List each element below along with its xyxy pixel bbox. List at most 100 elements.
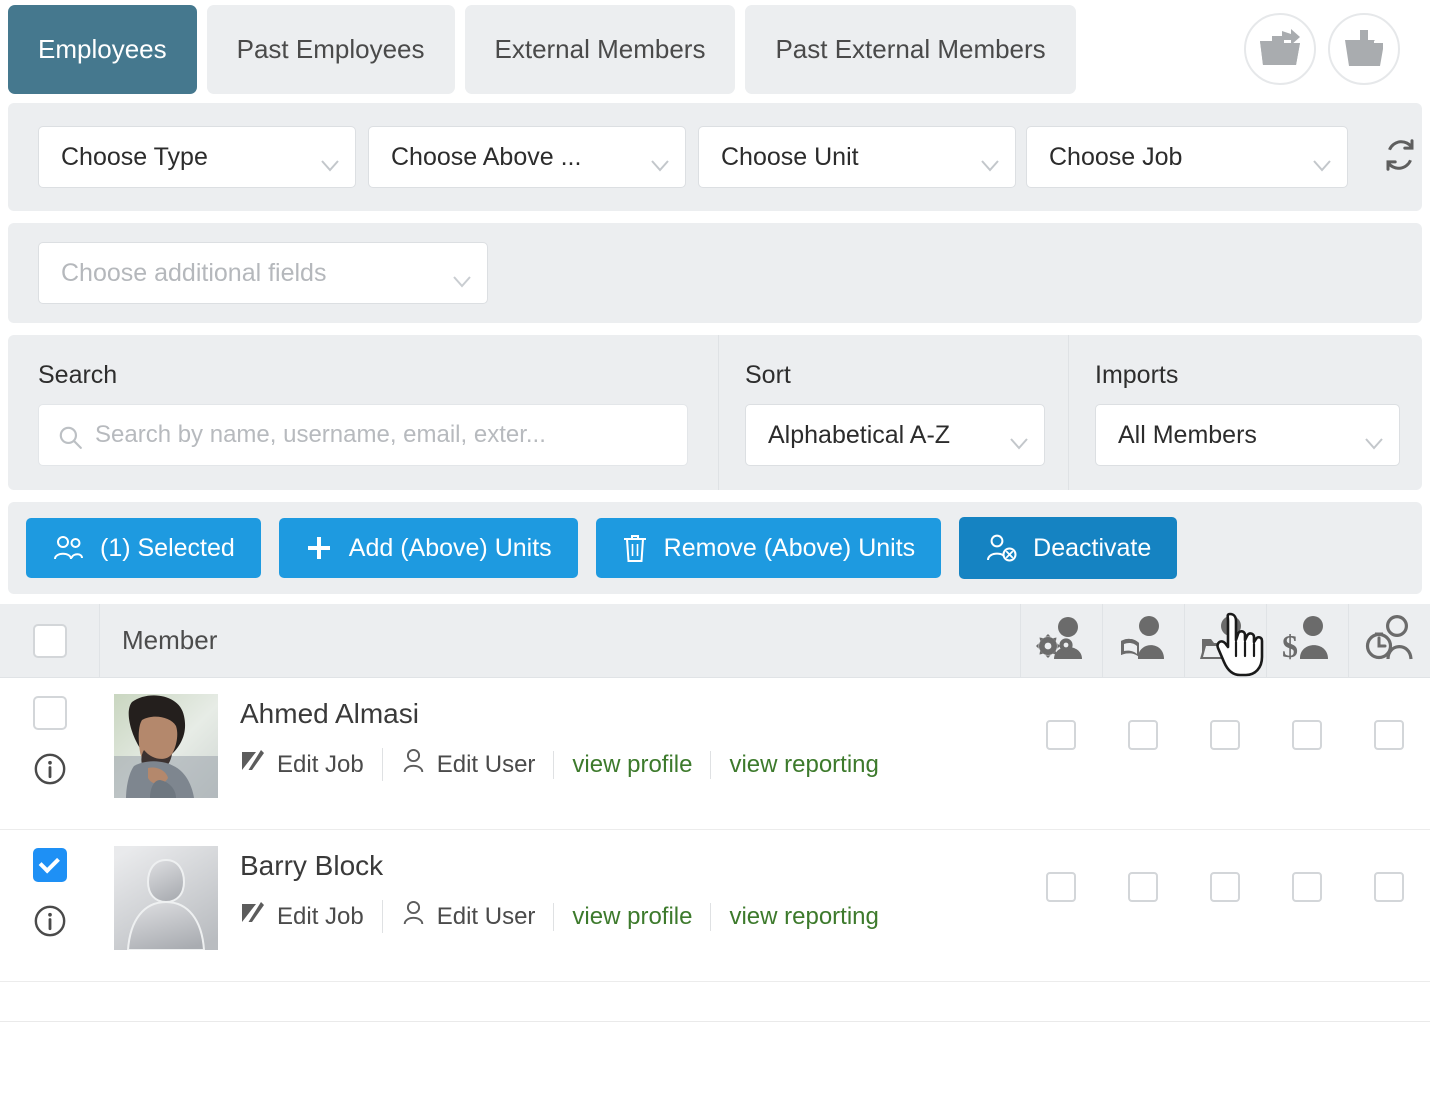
edit-job-label: Edit Job bbox=[277, 902, 364, 930]
tab-external-members[interactable]: External Members bbox=[464, 5, 736, 94]
view-reporting-link[interactable]: view reporting bbox=[710, 750, 896, 779]
row-user-settings-cell bbox=[1020, 830, 1102, 981]
member-column-label: Member bbox=[122, 625, 218, 655]
view-profile-link[interactable]: view profile bbox=[553, 902, 710, 931]
info-icon[interactable] bbox=[33, 752, 67, 791]
imports-value: All Members bbox=[1118, 420, 1257, 449]
member-cell: Barry Block Edit Job Edit User view prof… bbox=[100, 830, 1020, 981]
column-header-user-learning[interactable] bbox=[1102, 604, 1184, 677]
row-select-checkbox[interactable] bbox=[33, 848, 67, 882]
edit-user-link[interactable]: Edit User bbox=[381, 900, 554, 933]
tab-label: External Members bbox=[494, 34, 706, 64]
search-label: Search bbox=[38, 361, 118, 389]
edit-pencil-icon bbox=[240, 900, 266, 933]
row-user-time-checkbox[interactable] bbox=[1374, 720, 1404, 750]
imports-column: Imports All Members bbox=[1068, 335, 1422, 490]
row-user-files-checkbox[interactable] bbox=[1210, 720, 1240, 750]
import-folder-button[interactable] bbox=[1328, 13, 1400, 85]
edit-user-label: Edit User bbox=[436, 750, 536, 778]
chevron-down-icon bbox=[321, 150, 339, 172]
tab-past-external-members[interactable]: Past External Members bbox=[745, 5, 1076, 94]
search-field-wrapper[interactable] bbox=[38, 404, 688, 466]
trash-icon bbox=[622, 533, 648, 563]
tab-employees[interactable]: Employees bbox=[8, 5, 197, 94]
search-input[interactable] bbox=[39, 405, 687, 465]
choose-additional-fields-value: Choose additional fields bbox=[61, 258, 327, 287]
select-all-checkbox[interactable] bbox=[32, 623, 67, 658]
row-user-time-cell bbox=[1348, 678, 1430, 829]
view-profile-label: view profile bbox=[572, 902, 693, 930]
choose-above-select[interactable]: Choose Above ... bbox=[368, 126, 686, 188]
refresh-filters-button[interactable] bbox=[1378, 135, 1422, 179]
row-user-billing-cell bbox=[1266, 830, 1348, 981]
sort-column: Sort Alphabetical A-Z bbox=[718, 335, 1068, 490]
imports-label: Imports bbox=[1095, 361, 1179, 389]
sort-value: Alphabetical A-Z bbox=[768, 420, 951, 449]
view-reporting-label: view reporting bbox=[729, 902, 879, 930]
edit-pencil-icon bbox=[240, 748, 266, 781]
row-user-files-checkbox[interactable] bbox=[1210, 872, 1240, 902]
row-user-files-cell bbox=[1184, 678, 1266, 829]
remove-above-units-button[interactable]: Remove (Above) Units bbox=[595, 518, 942, 578]
row-user-time-checkbox[interactable] bbox=[1374, 872, 1404, 902]
export-folder-button[interactable] bbox=[1244, 13, 1316, 85]
bulk-action-bar: (1) Selected Add (Above) Units Remove (A… bbox=[8, 502, 1422, 594]
tab-bar: Employees Past Employees External Member… bbox=[0, 0, 1430, 103]
view-reporting-link[interactable]: view reporting bbox=[710, 902, 896, 931]
row-user-billing-cell bbox=[1266, 678, 1348, 829]
remove-above-units-label: Remove (Above) Units bbox=[663, 533, 916, 562]
member-info: Barry Block Edit Job Edit User view prof… bbox=[218, 846, 897, 933]
choose-additional-fields-select[interactable]: Choose additional fields bbox=[38, 242, 488, 304]
chevron-down-icon bbox=[981, 150, 999, 172]
sort-label: Sort bbox=[745, 361, 791, 389]
tab-label: Past Employees bbox=[236, 34, 425, 64]
refresh-icon bbox=[1382, 137, 1418, 178]
row-select-checkbox[interactable] bbox=[33, 696, 67, 730]
row-user-settings-checkbox[interactable] bbox=[1046, 720, 1076, 750]
member-name: Ahmed Almasi bbox=[240, 698, 419, 729]
header-actions bbox=[1244, 5, 1422, 85]
user-deactivate-icon bbox=[985, 533, 1017, 563]
row-user-billing-checkbox[interactable] bbox=[1292, 872, 1322, 902]
members-table: Member $ Ahmed Almasi Edit Job Edit User… bbox=[0, 604, 1430, 1022]
chevron-down-icon bbox=[1365, 428, 1383, 450]
chevron-down-icon bbox=[1313, 150, 1331, 172]
avatar bbox=[114, 846, 218, 950]
column-header-user-files[interactable] bbox=[1184, 604, 1266, 677]
member-column-header: Member bbox=[100, 604, 1020, 677]
choose-unit-select[interactable]: Choose Unit bbox=[698, 126, 1016, 188]
row-user-settings-cell bbox=[1020, 678, 1102, 829]
row-user-learning-checkbox[interactable] bbox=[1128, 720, 1158, 750]
column-header-user-time[interactable] bbox=[1348, 604, 1430, 677]
edit-user-link[interactable]: Edit User bbox=[381, 748, 554, 781]
avatar bbox=[114, 694, 218, 798]
sort-select[interactable]: Alphabetical A-Z bbox=[745, 404, 1045, 466]
table-row: Ahmed Almasi Edit Job Edit User view pro… bbox=[0, 678, 1430, 830]
add-above-units-button[interactable]: Add (Above) Units bbox=[278, 518, 578, 578]
member-actions: Edit Job Edit User view profile view rep… bbox=[240, 900, 897, 933]
selected-count-button[interactable]: (1) Selected bbox=[26, 518, 261, 578]
choose-type-value: Choose Type bbox=[61, 142, 208, 171]
edit-job-link[interactable]: Edit Job bbox=[240, 900, 382, 933]
member-actions: Edit Job Edit User view profile view rep… bbox=[240, 748, 897, 781]
choose-job-select[interactable]: Choose Job bbox=[1026, 126, 1348, 188]
row-user-learning-checkbox[interactable] bbox=[1128, 872, 1158, 902]
users-icon bbox=[52, 535, 84, 561]
deactivate-button[interactable]: Deactivate bbox=[959, 517, 1178, 579]
tab-label: Employees bbox=[38, 34, 167, 64]
edit-job-label: Edit Job bbox=[277, 750, 364, 778]
user-time-icon bbox=[1364, 615, 1416, 666]
column-header-user-settings[interactable] bbox=[1020, 604, 1102, 677]
column-header-user-billing[interactable]: $ bbox=[1266, 604, 1348, 677]
info-icon[interactable] bbox=[33, 904, 67, 943]
search-icon bbox=[57, 424, 83, 455]
edit-job-link[interactable]: Edit Job bbox=[240, 748, 382, 781]
row-user-billing-checkbox[interactable] bbox=[1292, 720, 1322, 750]
search-sort-imports-panel: Search Sort Alphabetical A-Z bbox=[8, 335, 1422, 490]
imports-select[interactable]: All Members bbox=[1095, 404, 1400, 466]
row-user-settings-checkbox[interactable] bbox=[1046, 872, 1076, 902]
member-info: Ahmed Almasi Edit Job Edit User view pro… bbox=[218, 694, 897, 781]
view-profile-link[interactable]: view profile bbox=[553, 750, 710, 779]
choose-type-select[interactable]: Choose Type bbox=[38, 126, 356, 188]
tab-past-employees[interactable]: Past Employees bbox=[206, 5, 455, 94]
